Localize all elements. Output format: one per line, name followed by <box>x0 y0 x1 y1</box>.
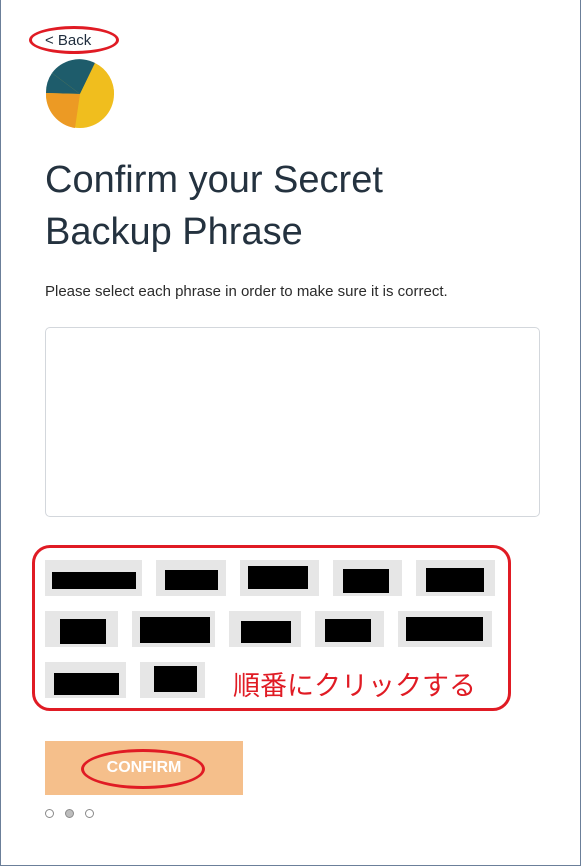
word-chip-11[interactable] <box>45 662 126 698</box>
word-chip-5[interactable] <box>416 560 495 596</box>
word-chip-6[interactable] <box>45 611 118 647</box>
instruction-text: Please select each phrase in order to ma… <box>45 283 448 300</box>
pager-dot-3 <box>85 809 94 818</box>
word-chip-2[interactable] <box>156 560 226 596</box>
pager-dot-2 <box>65 809 74 818</box>
page-title: Confirm your Secret Backup Phrase <box>45 159 383 253</box>
word-chip-7[interactable] <box>132 611 215 647</box>
pager-dot-1 <box>45 809 54 818</box>
app-window: < Back Confirm your Secret Backup Phrase… <box>0 0 581 866</box>
selected-phrase-area <box>45 327 540 517</box>
click-in-order-annotation: 順番にクリックする <box>233 671 476 702</box>
confirm-button[interactable]: CONFIRM <box>45 741 243 795</box>
word-chip-3[interactable] <box>240 560 319 596</box>
word-chip-10[interactable] <box>398 611 492 647</box>
back-button[interactable]: < Back <box>45 32 91 49</box>
word-chip-1[interactable] <box>45 560 142 596</box>
word-chip-9[interactable] <box>315 611 384 647</box>
confirm-button-label: CONFIRM <box>106 759 182 776</box>
word-chip-12[interactable] <box>140 662 205 698</box>
word-chip-8[interactable] <box>229 611 301 647</box>
word-chip-4[interactable] <box>333 560 402 596</box>
fox-logo-icon <box>45 59 115 129</box>
